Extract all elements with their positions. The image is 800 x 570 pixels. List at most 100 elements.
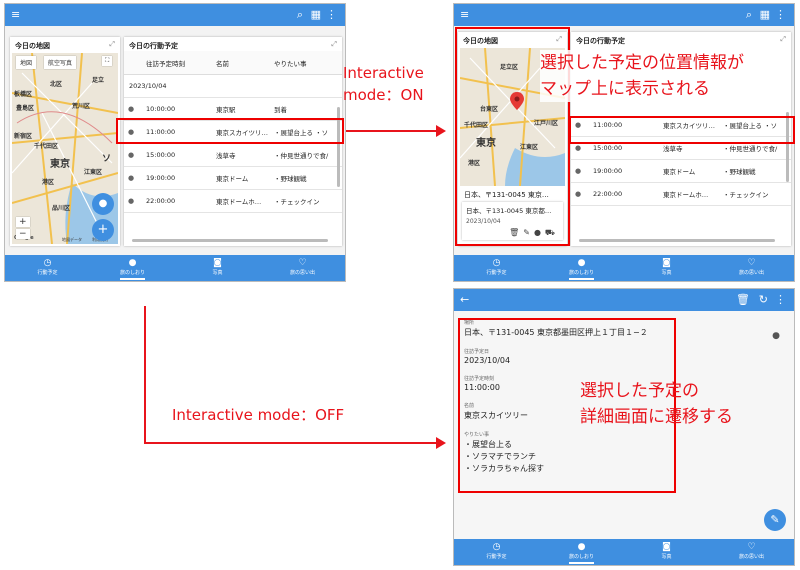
map-label: 品川区: [52, 205, 71, 212]
nav-label: 写真: [661, 270, 672, 276]
expand-icon[interactable]: ⤢: [331, 40, 337, 49]
table-row[interactable]: ● 19:00:00 東京ドーム ・野球観戦: [124, 167, 342, 190]
date-label: 2023/10/04: [129, 82, 167, 90]
nav-label: 旅の思い出: [738, 270, 764, 276]
app-bar: ← 🗑 ↻ ⋮: [454, 289, 794, 311]
refresh-icon[interactable]: ↻: [759, 293, 768, 306]
nav-label: 旅の思い出: [289, 270, 315, 276]
clock-icon: ◷: [492, 258, 501, 268]
nav-guide[interactable]: ● 旅のしおり: [539, 255, 624, 281]
fullscreen-icon[interactable]: ⛶: [102, 56, 113, 66]
camera-icon: ◙: [662, 258, 671, 268]
more-icon[interactable]: ⋮: [775, 293, 786, 306]
expand-icon[interactable]: ⤢: [109, 40, 115, 49]
time-cell: 15:00:00: [593, 144, 623, 152]
map-pin-icon: ●: [127, 197, 135, 205]
map-pin-icon: ●: [574, 190, 582, 198]
nav-schedule[interactable]: ◷ 行動予定: [454, 255, 539, 281]
app-bar: ≡ ⌕ ▦ ⋮: [454, 4, 794, 26]
nav-memories[interactable]: ♡ 旅の思い出: [709, 255, 794, 281]
horizontal-scrollbar[interactable]: [132, 239, 328, 242]
more-icon[interactable]: ⋮: [775, 8, 786, 21]
search-icon[interactable]: ⌕: [297, 8, 303, 21]
nav-guide[interactable]: ● 旅のしおり: [539, 539, 624, 565]
date-row: 2023/10/04: [124, 75, 342, 98]
delete-icon[interactable]: 🗑: [736, 293, 750, 306]
nav-label: 旅の思い出: [738, 554, 764, 560]
selected-row-highlight: [569, 116, 795, 144]
table-row[interactable]: ● 19:00:00 東京ドーム ・野球観戦: [571, 160, 791, 183]
zoom-in-button[interactable]: +: [16, 217, 30, 227]
map-attribution[interactable]: 地図データ: [62, 237, 82, 243]
map-tab-map[interactable]: 地図: [16, 56, 37, 69]
map-pin-icon: ●: [577, 542, 586, 552]
map-pin-icon: ●: [577, 258, 586, 268]
zoom-out-button[interactable]: −: [16, 229, 30, 239]
search-icon[interactable]: ⌕: [746, 8, 752, 21]
name-cell: 浅草寺: [663, 145, 683, 153]
nav-label: 旅のしおり: [119, 270, 145, 276]
column-header[interactable]: 名前: [212, 58, 270, 68]
more-icon[interactable]: ⋮: [326, 8, 337, 21]
map-pin-icon: ●: [127, 151, 135, 159]
camera-icon: ◙: [662, 542, 671, 552]
annotation-on-line2: mode：ON: [343, 86, 424, 104]
bottom-nav: ◷ 行動予定 ● 旅のしおり ◙ 写真 ♡ 旅の思い出: [5, 255, 345, 281]
table-row[interactable]: ● 15:00:00 浅草寺 ・仲見世通りで食/: [124, 144, 342, 167]
nav-guide[interactable]: ● 旅のしおり: [90, 255, 175, 281]
map-label: 足立: [92, 77, 105, 84]
map-label: 北区: [50, 81, 63, 88]
time-cell: 22:00:00: [146, 197, 176, 205]
edit-fab[interactable]: ✎: [764, 509, 786, 531]
todo-cell: 到着: [274, 106, 287, 114]
nav-memories[interactable]: ♡ 旅の思い出: [260, 255, 345, 281]
location-fab[interactable]: ●: [92, 193, 114, 215]
expand-icon[interactable]: ⤢: [780, 35, 786, 44]
annotation-on-description: 選択した予定の位置情報が マップ上に表示される: [540, 50, 744, 102]
nav-photos[interactable]: ◙ 写真: [624, 539, 709, 565]
map-label: 東京: [50, 159, 70, 170]
map-view[interactable]: 地図 航空写真 ⛶ 板橋区 北区 足立 荒川区 豊島区 新宿区 千代田区 東京 …: [12, 53, 118, 244]
nav-schedule[interactable]: ◷ 行動予定: [5, 255, 90, 281]
bottom-nav: ◷ 行動予定 ● 旅のしおり ◙ 写真 ♡ 旅の思い出: [454, 539, 794, 565]
table-header: 往訪予定時刻 名前 やりたい事: [124, 51, 342, 75]
horizontal-scrollbar[interactable]: [579, 239, 775, 242]
menu-icon[interactable]: ≡: [11, 8, 20, 21]
nav-schedule[interactable]: ◷ 行動予定: [454, 539, 539, 565]
map-tab-satellite[interactable]: 航空写真: [44, 56, 77, 69]
time-cell: 19:00:00: [593, 167, 623, 175]
map-pin-icon: ●: [574, 144, 582, 152]
todo-cell: ・野球観戦: [723, 168, 756, 176]
nav-photos[interactable]: ◙ 写真: [624, 255, 709, 281]
column-header[interactable]: 往訪予定時刻: [124, 58, 212, 68]
map-label: 新宿区: [14, 133, 33, 140]
map-pin-icon: ●: [574, 167, 582, 175]
column-header[interactable]: やりたい事: [270, 58, 340, 68]
annotation-off-desc-1: 選択した予定の: [580, 381, 699, 401]
nav-label: 写真: [661, 554, 672, 560]
clock-icon: ◷: [43, 258, 52, 268]
menu-icon[interactable]: ≡: [460, 8, 469, 21]
nav-memories[interactable]: ♡ 旅の思い出: [709, 539, 794, 565]
table-row[interactable]: ● 22:00:00 東京ドームホ… ・チェックイン: [571, 183, 791, 206]
nav-photos[interactable]: ◙ 写真: [175, 255, 260, 281]
todo-cell: ・チェックイン: [274, 198, 320, 206]
back-arrow-icon[interactable]: ←: [460, 293, 469, 306]
nav-label: 旅のしおり: [568, 270, 594, 276]
selected-row-highlight: [116, 118, 344, 144]
name-cell: 東京ドーム: [663, 168, 696, 176]
map-pin-icon: ●: [127, 174, 135, 182]
time-cell: 15:00:00: [146, 151, 176, 159]
map-label: 板橋区: [14, 91, 33, 98]
grid-icon[interactable]: ▦: [311, 8, 321, 21]
table-row[interactable]: ● 22:00:00 東京ドームホ… ・チェックイン: [124, 190, 342, 213]
time-cell: 22:00:00: [593, 190, 623, 198]
nav-label: 写真: [212, 270, 223, 276]
name-cell: 東京ドーム: [216, 175, 249, 183]
map-pin-icon[interactable]: ●: [772, 331, 780, 341]
grid-icon[interactable]: ▦: [760, 8, 770, 21]
todo-cell: ・チェックイン: [723, 191, 769, 199]
add-fab[interactable]: +: [92, 219, 114, 241]
annotation-off-mode: Interactive mode：OFF: [172, 406, 345, 424]
name-cell: 東京ドームホ…: [216, 198, 262, 206]
